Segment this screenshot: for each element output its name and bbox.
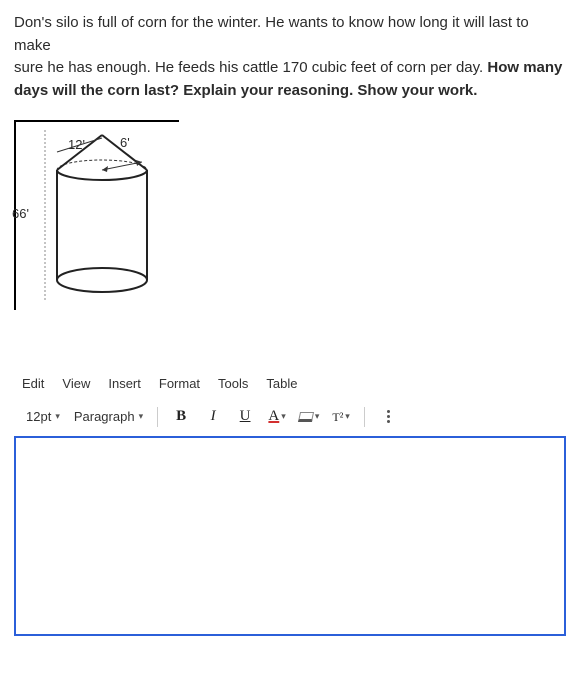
- bold-button[interactable]: B: [168, 404, 194, 430]
- prompt-line-2: sure he has enough. He feeds his cattle …: [14, 59, 487, 76]
- highlight-button[interactable]: ▾: [296, 404, 322, 430]
- chevron-down-icon: ▾: [55, 410, 60, 424]
- highlight-icon: [298, 412, 314, 422]
- superscript-button[interactable]: T² ▾: [328, 404, 354, 430]
- toolbar-separator: [364, 407, 365, 427]
- question-prompt: Don's silo is full of corn for the winte…: [14, 12, 566, 102]
- menu-tools[interactable]: Tools: [218, 374, 248, 394]
- diagram-height-label: 66': [12, 204, 29, 224]
- prompt-bold-1: How many: [487, 59, 562, 76]
- editor-toolbar: 12pt ▾ Paragraph ▾ B I U A ▾ ▾ T² ▾: [14, 398, 566, 436]
- prompt-bold-2: days will the corn last? Explain your re…: [14, 82, 477, 99]
- menu-insert[interactable]: Insert: [108, 374, 141, 394]
- editor-menubar: Edit View Insert Format Tools Table: [14, 370, 566, 398]
- menu-table[interactable]: Table: [266, 374, 297, 394]
- menu-view[interactable]: View: [62, 374, 90, 394]
- silo-diagram: 66' 12' 6': [14, 120, 179, 310]
- chevron-down-icon: ▾: [315, 410, 320, 424]
- menu-format[interactable]: Format: [159, 374, 200, 394]
- font-size-value: 12pt: [26, 407, 51, 427]
- editor-canvas[interactable]: [14, 436, 566, 636]
- block-format-value: Paragraph: [74, 407, 135, 427]
- rich-text-editor: Edit View Insert Format Tools Table 12pt…: [14, 370, 566, 636]
- menu-edit[interactable]: Edit: [22, 374, 44, 394]
- underline-button[interactable]: U: [232, 404, 258, 430]
- chevron-down-icon: ▾: [345, 410, 350, 424]
- text-color-button[interactable]: A ▾: [264, 404, 290, 430]
- font-size-dropdown[interactable]: 12pt ▾: [22, 405, 64, 429]
- chevron-down-icon: ▾: [139, 410, 144, 424]
- block-format-dropdown[interactable]: Paragraph ▾: [70, 405, 147, 429]
- kebab-icon: [387, 410, 390, 423]
- more-options-button[interactable]: [375, 404, 401, 430]
- toolbar-separator: [157, 407, 158, 427]
- italic-button[interactable]: I: [200, 404, 226, 430]
- chevron-down-icon: ▾: [281, 410, 286, 424]
- script-glyph: T²: [332, 408, 343, 426]
- text-color-glyph: A: [268, 405, 279, 428]
- prompt-line-1: Don's silo is full of corn for the winte…: [14, 14, 529, 54]
- silo-svg: [42, 130, 162, 300]
